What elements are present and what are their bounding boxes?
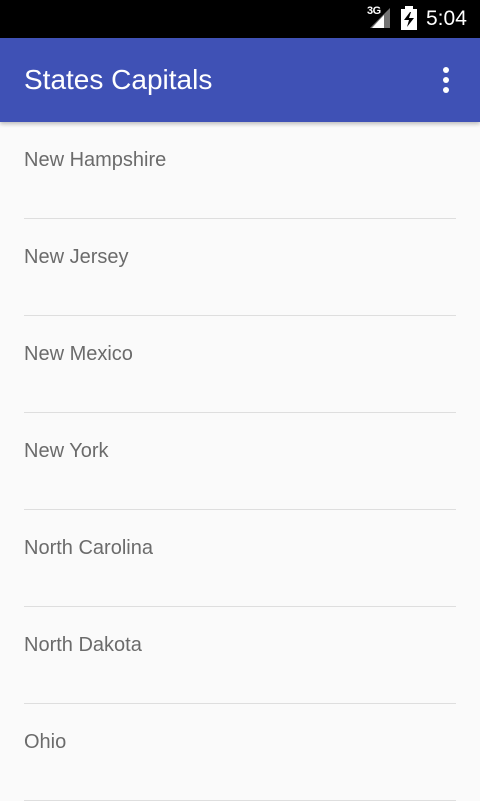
more-vert-icon: [443, 67, 449, 93]
list-item-north-carolina[interactable]: North Carolina: [24, 510, 456, 607]
app-bar: States Capitals: [0, 38, 480, 122]
signal-icon: [370, 8, 390, 28]
list-item-new-york[interactable]: New York: [24, 413, 456, 510]
list-item-label: Ohio: [24, 731, 67, 753]
list-item-label: North Carolina: [24, 537, 153, 559]
overflow-menu-button[interactable]: [428, 62, 464, 98]
list-item-label: North Dakota: [24, 634, 142, 656]
list-item-new-hampshire[interactable]: New Hampshire: [24, 122, 456, 219]
list-item-label: New Mexico: [24, 343, 133, 365]
list-item-new-mexico[interactable]: New Mexico: [24, 316, 456, 413]
states-list: New Hampshire New Jersey New Mexico New …: [0, 122, 480, 801]
list-item-new-jersey[interactable]: New Jersey: [24, 219, 456, 316]
list-item-label: New Hampshire: [24, 149, 167, 171]
list-item-label: New Jersey: [24, 246, 129, 268]
status-clock: 5:04: [426, 7, 467, 30]
battery-charging-icon: [401, 6, 417, 30]
page-title: States Capitals: [24, 64, 213, 95]
status-bar: 3G 5:04: [0, 0, 480, 38]
list-item-north-dakota[interactable]: North Dakota: [24, 607, 456, 704]
list-item-label: New York: [24, 440, 109, 462]
list-item-ohio[interactable]: Ohio: [24, 704, 456, 801]
